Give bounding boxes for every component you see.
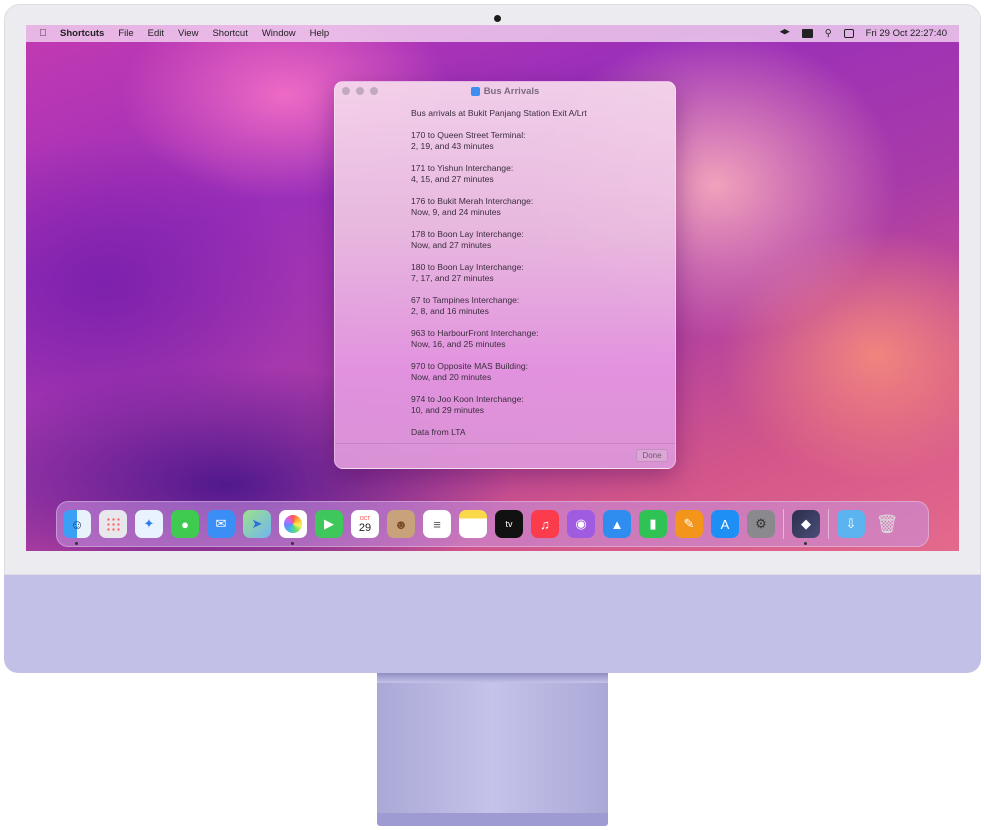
window-title: Bus Arrivals: [483, 85, 540, 97]
podcasts-icon[interactable]: ◉: [567, 510, 595, 538]
arrival-item: 970 to Opposite MAS Building: Now, and 2…: [411, 361, 661, 383]
spotlight-search-icon[interactable]: ⚲: [825, 28, 832, 39]
dock-separator: [828, 509, 829, 539]
arrival-item: 178 to Boon Lay Interchange: Now, and 27…: [411, 229, 661, 251]
calendar-icon[interactable]: OCT 29: [351, 510, 379, 538]
arrival-route: 180 to Boon Lay Interchange:: [411, 262, 524, 272]
menu-clock[interactable]: Fri 29 Oct 22:27:40: [866, 28, 947, 39]
photos-icon[interactable]: [279, 510, 307, 545]
calendar-day: 29: [358, 521, 372, 534]
imac-foot: [377, 813, 608, 826]
notes-icon[interactable]: [459, 510, 487, 538]
maps-icon[interactable]: ➤: [243, 510, 271, 538]
zoom-button[interactable]: [370, 87, 378, 95]
desktop-screen:  Shortcuts File Edit View Shortcut Wind…: [26, 25, 959, 551]
keyboard-input-icon[interactable]: [801, 29, 813, 38]
arrival-item: 974 to Joo Koon Interchange: 10, and 29 …: [411, 394, 661, 416]
stop-header: Bus arrivals at Bukit Panjang Station Ex…: [411, 108, 587, 118]
done-button[interactable]: Done: [636, 449, 668, 462]
arrival-item: 170 to Queen Street Terminal: 2, 19, and…: [411, 130, 661, 152]
menu-help[interactable]: Help: [310, 28, 330, 39]
dock-separator: [783, 509, 784, 539]
arrival-route: 970 to Opposite MAS Building:: [411, 361, 529, 371]
arrivals-content: Bus arrivals at Bukit Panjang Station Ex…: [411, 108, 661, 438]
arrival-route: 974 to Joo Koon Interchange:: [411, 394, 524, 404]
facetime-icon[interactable]: ▶: [315, 510, 343, 538]
arrival-times: 4, 15, and 27 minutes: [411, 174, 494, 184]
menu-extras: ⚲ Fri 29 Oct 22:27:40: [779, 25, 947, 42]
arrival-route: 178 to Boon Lay Interchange:: [411, 229, 524, 239]
safari-icon[interactable]: ✦: [135, 510, 163, 538]
arrival-item: 963 to HarbourFront Interchange: Now, 16…: [411, 328, 661, 350]
apple-tv-icon[interactable]: tv: [495, 510, 523, 538]
system-preferences-icon[interactable]: ⚙: [747, 510, 775, 538]
close-button[interactable]: [342, 87, 350, 95]
data-source-text: Data from LTA: [411, 427, 466, 437]
arrival-route: 67 to Tampines Interchange:: [411, 295, 520, 305]
arrival-item: 67 to Tampines Interchange: 2, 8, and 16…: [411, 295, 661, 317]
camera: [494, 15, 501, 22]
running-indicator: [75, 542, 78, 545]
running-indicator: [291, 542, 294, 545]
arrival-route: 170 to Queen Street Terminal:: [411, 130, 526, 140]
window-titlebar[interactable]: Bus Arrivals: [335, 82, 675, 100]
app-store-icon[interactable]: A: [711, 510, 739, 538]
finder-icon[interactable]: ☺: [63, 510, 91, 545]
tv-label: tv: [505, 519, 513, 529]
launchpad-icon[interactable]: [99, 510, 127, 538]
bus-arrivals-window: Bus Arrivals Bus arrivals at Bukit Panja…: [334, 81, 676, 469]
running-indicator: [804, 542, 807, 545]
window-controls: [342, 87, 378, 95]
contacts-icon[interactable]: ☻: [387, 510, 415, 538]
apple-menu-icon[interactable]: : [26, 28, 60, 39]
arrival-route: 963 to HarbourFront Interchange:: [411, 328, 539, 338]
layers-icon[interactable]: [779, 29, 790, 35]
shortcuts-icon[interactable]: ◆: [792, 510, 820, 545]
footer-divider: [335, 443, 675, 444]
imac-chin: [4, 575, 981, 673]
arrival-times: 7, 17, and 27 minutes: [411, 273, 494, 283]
arrival-times: 2, 19, and 43 minutes: [411, 141, 494, 151]
arrival-times: Now, 16, and 25 minutes: [411, 339, 506, 349]
menu-edit[interactable]: Edit: [148, 28, 164, 39]
arrival-times: Now, and 20 minutes: [411, 372, 492, 382]
trash-icon[interactable]: 🗑: [873, 510, 901, 538]
imac-stand: [377, 673, 608, 813]
music-icon[interactable]: ♫: [531, 510, 559, 538]
menu-bar:  Shortcuts File Edit View Shortcut Wind…: [26, 25, 959, 42]
arrival-route: 171 to Yishun Interchange:: [411, 163, 514, 173]
minimize-button[interactable]: [356, 87, 364, 95]
messages-icon[interactable]: ●: [171, 510, 199, 538]
arrival-item: 180 to Boon Lay Interchange: 7, 17, and …: [411, 262, 661, 284]
dock: ☺ ✦ ● ✉ ➤ ▶ OCT 29 ☻ ≡ tv ♫ ◉ ▲ ▮ ✎ A ⚙ …: [56, 501, 929, 547]
shortcuts-app-icon: [470, 86, 480, 96]
control-center-icon[interactable]: [843, 29, 854, 38]
arrival-route: 176 to Bukit Merah Interchange:: [411, 196, 534, 206]
pages-icon[interactable]: ✎: [675, 510, 703, 538]
menu-window[interactable]: Window: [262, 28, 296, 39]
menu-app-name[interactable]: Shortcuts: [60, 28, 104, 39]
menu-file[interactable]: File: [118, 28, 133, 39]
arrival-times: Now, and 27 minutes: [411, 240, 492, 250]
reminders-icon[interactable]: ≡: [423, 510, 451, 538]
menu-shortcut[interactable]: Shortcut: [212, 28, 247, 39]
arrival-times: Now, 9, and 24 minutes: [411, 207, 501, 217]
downloads-folder-icon[interactable]: ⇩: [837, 510, 865, 538]
keynote-icon[interactable]: ▲: [603, 510, 631, 538]
numbers-icon[interactable]: ▮: [639, 510, 667, 538]
arrival-times: 10, and 29 minutes: [411, 405, 485, 415]
arrival-item: 171 to Yishun Interchange: 4, 15, and 27…: [411, 163, 661, 185]
arrival-times: 2, 8, and 16 minutes: [411, 306, 489, 316]
mail-icon[interactable]: ✉: [207, 510, 235, 538]
menu-view[interactable]: View: [178, 28, 198, 39]
arrival-item: 176 to Bukit Merah Interchange: Now, 9, …: [411, 196, 661, 218]
